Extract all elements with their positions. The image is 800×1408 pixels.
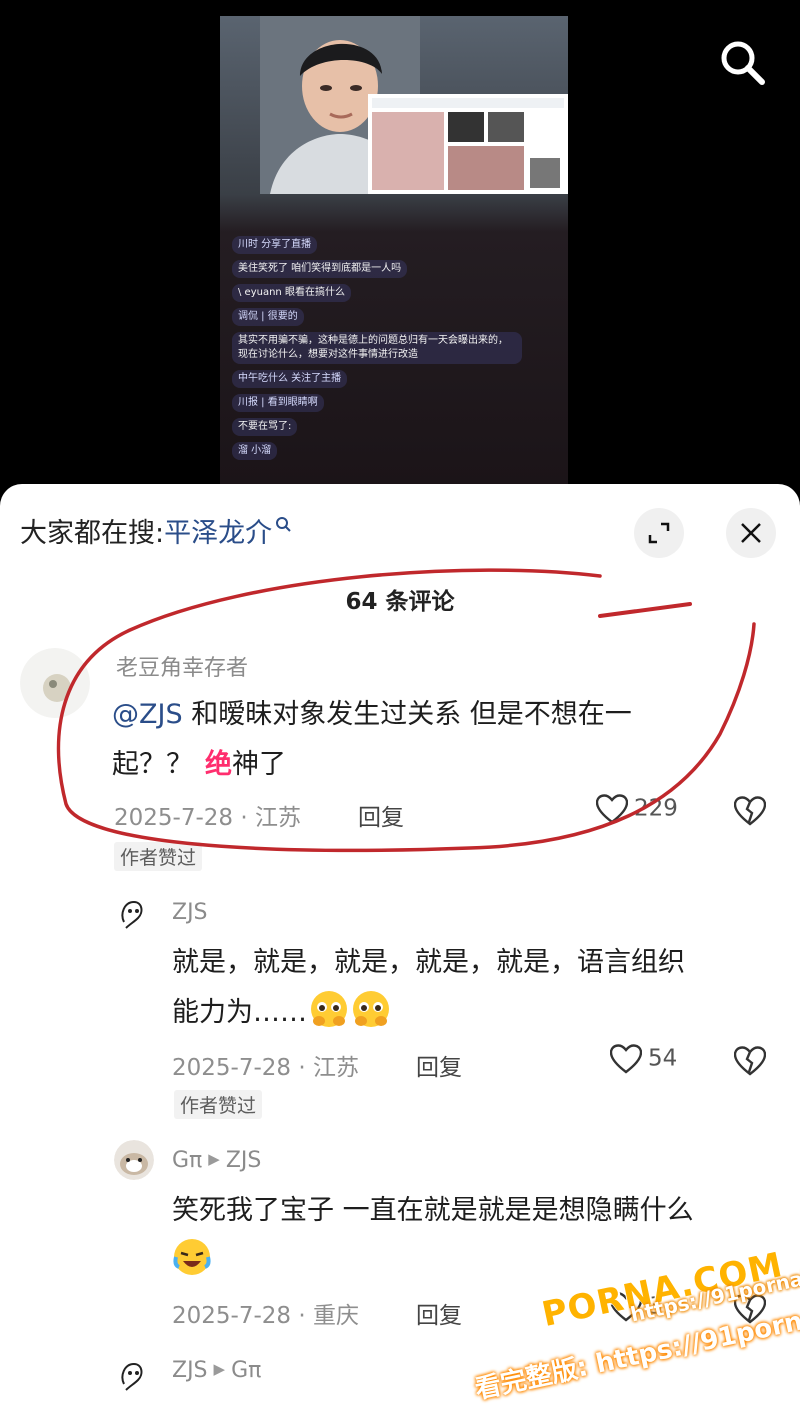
- comment-sheet: 大家都在搜:平泽龙介 64 条评论 老豆角幸存者 @ZJS 和暧昧对象发生过关系…: [0, 484, 800, 1408]
- chat-line: 川报 | 看到眼睛啊: [232, 394, 324, 412]
- username-text: Gπ: [172, 1148, 203, 1173]
- comment-item: 老豆角幸存者 @ZJS 和暧昧对象发生过关系 但是不想在一 起？？ 绝神了 202…: [0, 484, 800, 871]
- avatar[interactable]: [112, 894, 152, 934]
- video-frame: 川时 分享了直播 美住笑死了 咱们笑得到底都是一人吗 \ eyuann 眼看在搞…: [220, 16, 568, 486]
- comment-text-part: 就是，就是，就是，就是，就是，语言组织: [172, 947, 685, 978]
- comment-text-part: 和暧昧对象发生过关系 但是不想在一: [182, 699, 632, 730]
- chat-line: 美住笑死了 咱们笑得到底都是一人吗: [232, 260, 408, 278]
- pleading-emoji-icon: [311, 991, 347, 1027]
- avatar[interactable]: [20, 648, 90, 718]
- avatar[interactable]: [112, 1356, 152, 1396]
- comment-date-location: 2025-7-28 · 江苏: [114, 805, 301, 831]
- inset-thumb: [530, 158, 560, 188]
- comment-text-part: 笑死我了宝子 一直在就是就是是想隐瞒什么: [172, 1195, 694, 1226]
- comment-date-location: 2025-7-28 · 重庆: [172, 1303, 359, 1329]
- heart-icon: [595, 794, 629, 824]
- chat-line: 调侃 | 很要的: [232, 308, 304, 326]
- chat-line: 中午吃什么 关注了主播: [232, 370, 348, 388]
- like-count: 229: [634, 795, 678, 822]
- reply-arrow-icon: ▶: [213, 1360, 226, 1378]
- jue-emoji: 绝: [205, 749, 232, 780]
- comment-username[interactable]: Gπ ▶ ZJS: [172, 1148, 261, 1173]
- comment-text-part: 神了: [232, 749, 286, 780]
- comment-text-part: 起？？: [112, 749, 193, 780]
- search-icon[interactable]: [716, 36, 770, 90]
- video-player[interactable]: 川时 分享了直播 美住笑死了 咱们笑得到底都是一人吗 \ eyuann 眼看在搞…: [0, 0, 800, 500]
- inset-thumb: [372, 112, 444, 190]
- comment-username[interactable]: 老豆角幸存者: [116, 650, 248, 682]
- comment-date-location: 2025-7-28 · 江苏: [172, 1055, 359, 1081]
- inset-thumb: [488, 112, 524, 142]
- live-chat: 川时 分享了直播 美住笑死了 咱们笑得到底都是一人吗 \ eyuann 眼看在搞…: [232, 236, 532, 466]
- reply-arrow-icon: ▶: [208, 1150, 220, 1168]
- chat-line: 不要在骂了:: [232, 418, 298, 436]
- screen-share-inset: [368, 94, 568, 194]
- author-liked-tag: 作者赞过: [114, 842, 203, 871]
- chat-line: 川时 分享了直播: [232, 236, 318, 254]
- inset-toolbar: [372, 98, 564, 108]
- chat-line: 其实不用骗不骗，这种是德上的问题总归有一天会曝出来的，现在讨论什么，想要对这件事…: [232, 332, 522, 364]
- chat-line: \ eyuann 眼看在搞什么: [232, 284, 351, 302]
- comment-username[interactable]: ZJS ▶ Gπ: [172, 1358, 261, 1383]
- pleading-emoji-icon: [353, 991, 389, 1027]
- comment-text: @ZJS 和暧昧对象发生过关系 但是不想在一 起？？ 绝神了: [112, 690, 752, 790]
- crying-laughing-emoji-icon: [173, 1239, 211, 1275]
- broken-heart-icon[interactable]: [734, 1046, 766, 1076]
- username-text: ZJS: [172, 1358, 208, 1383]
- like-count: 54: [648, 1045, 678, 1072]
- inset-thumb: [448, 146, 524, 190]
- chat-line: 溜 小溜: [232, 442, 278, 460]
- comment-text: 就是，就是，就是，就是，就是，语言组织 能力为……: [172, 938, 772, 1038]
- comment-text-part: 能力为……: [172, 997, 307, 1028]
- avatar[interactable]: [114, 1140, 154, 1180]
- mention-link[interactable]: @ZJS: [112, 699, 183, 730]
- reply-to-username[interactable]: Gπ: [231, 1358, 261, 1383]
- reply-button[interactable]: 回复: [416, 1296, 462, 1330]
- author-liked-tag: 作者赞过: [174, 1090, 263, 1119]
- heart-icon: [609, 1044, 643, 1074]
- reply-to-username[interactable]: ZJS: [226, 1148, 262, 1173]
- comment-username[interactable]: ZJS: [172, 900, 208, 925]
- comment-reply-item: ZJS 就是，就是，就是，就是，就是，语言组织 能力为…… 2025-7-28 …: [0, 884, 800, 1124]
- like-button[interactable]: 54: [609, 1044, 678, 1074]
- reply-button[interactable]: 回复: [358, 798, 404, 832]
- reply-button[interactable]: 回复: [416, 1048, 462, 1082]
- like-button[interactable]: 229: [595, 794, 678, 824]
- broken-heart-icon[interactable]: [734, 796, 766, 826]
- inset-thumb: [448, 112, 484, 142]
